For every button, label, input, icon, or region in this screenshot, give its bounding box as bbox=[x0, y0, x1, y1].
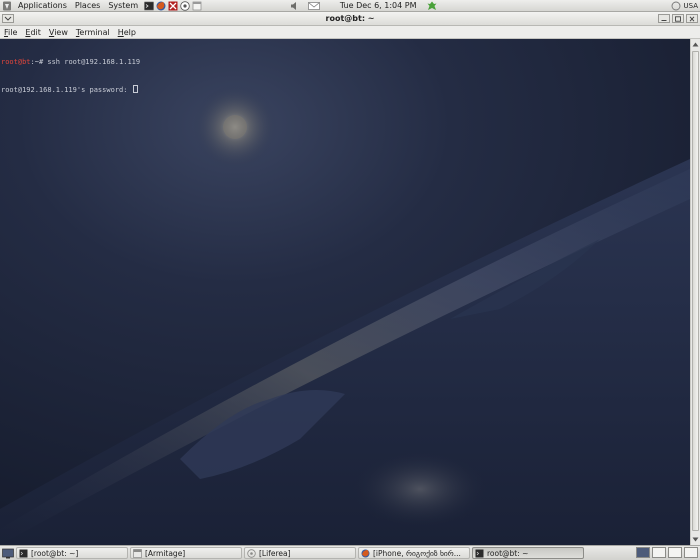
task-browser[interactable]: [iPhone, რიგოქიზ ხირ... bbox=[358, 547, 470, 559]
terminal-line-command: root@bt:~# ssh root@192.168.1.119 bbox=[1, 58, 140, 67]
volume-icon[interactable] bbox=[290, 1, 300, 11]
armitage-window-icon bbox=[133, 548, 142, 558]
armitage-icon[interactable] bbox=[168, 1, 178, 11]
close-button[interactable] bbox=[686, 14, 698, 23]
menu-help[interactable]: Help bbox=[114, 26, 140, 39]
workspace-1[interactable] bbox=[636, 547, 650, 558]
menu-file[interactable]: File bbox=[0, 26, 21, 39]
window-controls bbox=[656, 14, 698, 23]
terminal-icon bbox=[19, 549, 28, 557]
scroll-up-button[interactable] bbox=[691, 40, 700, 49]
task-root-terminal-active[interactable]: root@bt: ~ bbox=[472, 547, 584, 559]
task-liferea[interactable]: [Liferea] bbox=[244, 547, 356, 559]
applications-menu[interactable]: Applications bbox=[14, 0, 71, 12]
task-label: [Liferea] bbox=[259, 548, 291, 558]
password-prompt: root@192.168.1.119's password: bbox=[1, 86, 132, 94]
bottom-panel: [root@bt: ~] [Armitage] [Liferea] [iPhon… bbox=[0, 545, 700, 560]
scroll-down-button[interactable] bbox=[691, 535, 700, 544]
places-menu[interactable]: Places bbox=[71, 0, 104, 12]
scrollbar-thumb[interactable] bbox=[692, 51, 699, 531]
task-label: [Armitage] bbox=[145, 548, 186, 558]
workspace-2[interactable] bbox=[652, 547, 666, 558]
menu-terminal[interactable]: Terminal bbox=[72, 26, 114, 39]
terminal-output: root@bt:~# ssh root@192.168.1.119 root@1… bbox=[1, 40, 140, 113]
main-menu: Applications Places System bbox=[0, 0, 142, 12]
workspace-4[interactable] bbox=[684, 547, 698, 558]
close-icon bbox=[689, 15, 695, 22]
workspace-3[interactable] bbox=[668, 547, 682, 558]
window-titlebar[interactable]: root@bt: ~ bbox=[0, 12, 700, 26]
clock[interactable]: Tue Dec 6, 1:04 PM bbox=[334, 0, 423, 12]
maximize-button[interactable] bbox=[672, 14, 684, 23]
window-title: root@bt: ~ bbox=[325, 14, 375, 23]
show-desktop-icon[interactable] bbox=[2, 548, 14, 559]
menu-file-label: ile bbox=[8, 27, 18, 37]
panel-right: Tue Dec 6, 1:04 PM USA bbox=[286, 0, 700, 12]
maximize-icon bbox=[675, 15, 681, 22]
menu-help-label: elp bbox=[123, 27, 136, 37]
terminal-line-password: root@192.168.1.119's password: bbox=[1, 85, 140, 95]
distro-logo-icon[interactable] bbox=[2, 1, 12, 11]
menu-view[interactable]: View bbox=[45, 26, 72, 39]
window-icon[interactable] bbox=[192, 1, 202, 11]
user-indicator[interactable]: USA bbox=[682, 0, 700, 12]
network-status-icon[interactable] bbox=[427, 1, 437, 11]
terminal-scrollbar[interactable] bbox=[690, 39, 700, 545]
menu-terminal-label: erminal bbox=[79, 27, 110, 37]
browser-icon bbox=[361, 549, 370, 557]
power-icon[interactable] bbox=[671, 1, 681, 11]
task-label: [root@bt: ~] bbox=[31, 548, 79, 558]
firefox-icon[interactable] bbox=[156, 1, 166, 11]
text-cursor bbox=[132, 85, 138, 93]
network-icon[interactable] bbox=[180, 0, 190, 11]
task-label: root@bt: ~ bbox=[487, 548, 529, 558]
task-armitage[interactable]: [Armitage] bbox=[130, 547, 242, 559]
menu-view-label: iew bbox=[54, 27, 68, 37]
feed-reader-icon bbox=[247, 548, 256, 558]
menu-edit[interactable]: Edit bbox=[21, 26, 45, 39]
prompt-user: root@bt bbox=[1, 58, 31, 66]
task-root-terminal[interactable]: [root@bt: ~] bbox=[16, 547, 128, 559]
terminal-view[interactable]: root@bt:~# ssh root@192.168.1.119 root@1… bbox=[0, 39, 690, 545]
wallpaper-background bbox=[0, 39, 690, 545]
terminal-menubar: File Edit View Terminal Help bbox=[0, 26, 700, 39]
terminal-icon[interactable] bbox=[144, 1, 154, 11]
top-panel: Applications Places System Tue Dec 6, 1:… bbox=[0, 0, 700, 12]
task-label: [iPhone, რიგოქიზ ხირ... bbox=[373, 548, 461, 558]
mail-icon[interactable] bbox=[308, 1, 320, 11]
launcher-bar bbox=[144, 0, 204, 11]
command-text: :~# ssh root@192.168.1.119 bbox=[30, 58, 141, 66]
menu-edit-label: dit bbox=[30, 27, 41, 37]
workspace-switcher bbox=[634, 547, 698, 558]
minimize-button[interactable] bbox=[658, 14, 670, 23]
terminal-icon bbox=[475, 549, 484, 557]
minimize-icon bbox=[661, 19, 667, 21]
arrow-down-icon bbox=[692, 537, 699, 542]
arrow-up-icon bbox=[692, 42, 699, 47]
system-menu[interactable]: System bbox=[104, 0, 142, 12]
